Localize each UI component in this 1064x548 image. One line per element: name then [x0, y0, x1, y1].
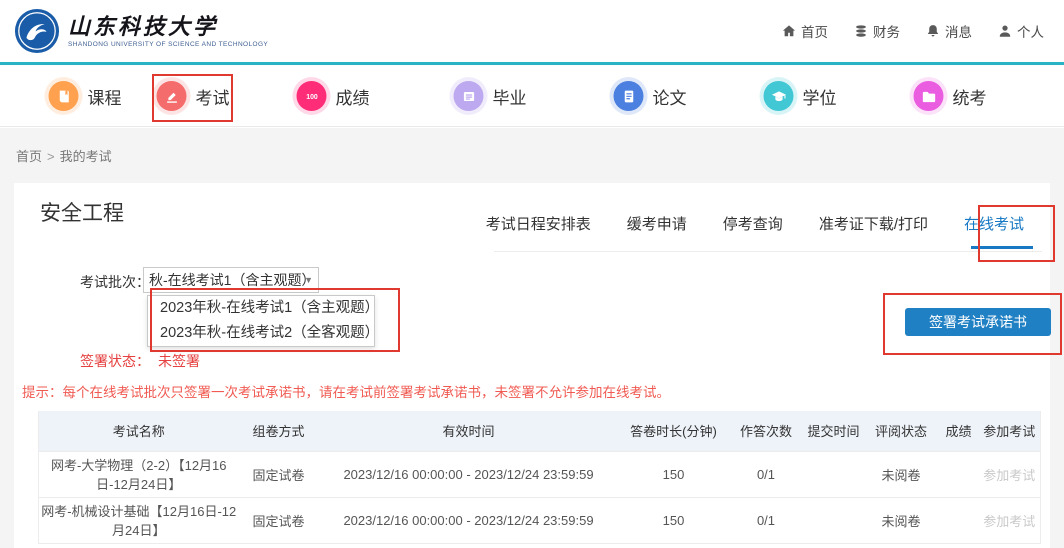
pen-icon — [157, 81, 187, 111]
cell-paper-method: 固定试卷 — [239, 451, 319, 497]
tabs-divider — [494, 251, 1042, 252]
sign-commitment-button[interactable]: 签署考试承诺书 — [905, 308, 1051, 336]
table-row: 网考-机械设计基础【12月16日-12月24日】 固定试卷 2023/12/16… — [39, 497, 1041, 543]
tab-exam-schedule[interactable]: 考试日程安排表 — [486, 213, 591, 234]
join-exam-link[interactable]: 参加考试 — [983, 514, 1035, 529]
nav-home-label: 首页 — [801, 21, 828, 41]
main-nav-item-thesis[interactable]: 论文 — [614, 65, 687, 127]
cell-score — [939, 451, 979, 497]
cell-submit-time — [804, 451, 864, 497]
batch-dropdown: 2023年秋-在线考试1（含主观题） 2023年秋-在线考试2（全客观题） — [147, 295, 375, 347]
cell-duration: 150 — [619, 497, 729, 543]
col-attempts: 作答次数 — [729, 411, 804, 451]
tip-text: 提示：每个在线考试批次只签署一次考试承诺书，请在考试前签署考试承诺书，未签署不允… — [22, 381, 670, 401]
cell-score — [939, 497, 979, 543]
folder-icon — [914, 81, 944, 111]
nav-finance-label: 财务 — [873, 21, 900, 41]
main-nav-item-graduation[interactable]: 毕业 — [454, 65, 527, 127]
page-title: 安全工程 — [40, 197, 124, 227]
cell-valid-time: 2023/12/16 00:00:00 - 2023/12/24 23:59:5… — [319, 497, 619, 543]
col-valid-time: 有效时间 — [319, 411, 619, 451]
bell-icon — [926, 24, 940, 38]
finance-icon — [854, 24, 868, 38]
breadcrumb-separator: > — [47, 149, 55, 164]
university-name-en: SHANDONG UNIVERSITY OF SCIENCE AND TECHN… — [68, 41, 268, 48]
diploma-icon — [454, 81, 484, 111]
col-exam-name: 考试名称 — [39, 411, 239, 451]
nav-messages[interactable]: 消息 — [926, 21, 972, 41]
nav-profile-label: 个人 — [1017, 21, 1044, 41]
university-logo: 山东科技大学 SHANDONG UNIVERSITY OF SCIENCE AN… — [14, 8, 268, 54]
col-score: 成绩 — [939, 411, 979, 451]
cell-valid-time: 2023/12/16 00:00:00 - 2023/12/24 23:59:5… — [319, 451, 619, 497]
sign-status-label: 签署状态： — [80, 353, 150, 369]
university-emblem-icon — [14, 8, 60, 54]
main-nav-item-grades[interactable]: 100 成绩 — [297, 65, 370, 127]
nav-finance[interactable]: 财务 — [854, 21, 900, 41]
cell-submit-time — [804, 497, 864, 543]
cell-attempts: 0/1 — [729, 497, 804, 543]
join-exam-link[interactable]: 参加考试 — [983, 468, 1035, 483]
paper-icon — [614, 81, 644, 111]
home-icon — [782, 24, 796, 38]
col-review-status: 评阅状态 — [864, 411, 939, 451]
col-submit-time: 提交时间 — [804, 411, 864, 451]
batch-option-1[interactable]: 2023年秋-在线考试1（含主观题） — [148, 296, 374, 321]
main-nav-label: 成绩 — [336, 84, 370, 109]
cell-review-status: 未阅卷 — [864, 451, 939, 497]
col-duration: 答卷时长(分钟) — [619, 411, 729, 451]
degree-icon — [764, 81, 794, 111]
top-header: 山东科技大学 SHANDONG UNIVERSITY OF SCIENCE AN… — [0, 0, 1064, 62]
sign-status: 签署状态： 未签署 — [80, 351, 200, 371]
score-icon: 100 — [297, 81, 327, 111]
tab-admission-ticket[interactable]: 准考证下载/打印 — [819, 213, 928, 234]
batch-option-2[interactable]: 2023年秋-在线考试2（全客观题） — [148, 321, 374, 346]
main-nav-item-degree[interactable]: 学位 — [764, 65, 837, 127]
exam-card: 安全工程 考试日程安排表 缓考申请 停考查询 准考证下载/打印 在线考试 考试批… — [14, 183, 1050, 548]
utility-nav: 首页 财务 消息 个人 — [782, 0, 1044, 62]
active-tab-underline — [971, 246, 1033, 249]
main-nav-label: 论文 — [653, 84, 687, 109]
main-nav-item-unified-exam[interactable]: 统考 — [914, 65, 987, 127]
user-icon — [998, 24, 1012, 38]
breadcrumb-current: 我的考试 — [60, 149, 112, 164]
sign-status-value: 未签署 — [158, 353, 200, 369]
cell-review-status: 未阅卷 — [864, 497, 939, 543]
breadcrumb: 首页 > 我的考试 — [16, 146, 112, 165]
main-nav-label: 毕业 — [493, 84, 527, 109]
cell-duration: 150 — [619, 451, 729, 497]
main-nav-label: 考试 — [196, 84, 230, 109]
col-join-exam: 参加考试 — [979, 411, 1041, 451]
main-nav-item-courses[interactable]: 课程 — [49, 65, 122, 127]
university-name-cn: 山东科技大学 — [68, 15, 268, 39]
main-nav: 课程 考试 100 成绩 毕业 论文 学位 统考 — [0, 65, 1064, 127]
nav-profile[interactable]: 个人 — [998, 21, 1044, 41]
tab-exam-suspension[interactable]: 停考查询 — [723, 213, 783, 234]
cell-exam-name: 网考-机械设计基础【12月16日-12月24日】 — [39, 497, 239, 543]
batch-label: 考试批次： — [80, 272, 150, 292]
svg-text:100: 100 — [306, 94, 318, 101]
main-nav-label: 学位 — [803, 84, 837, 109]
main-nav-item-exams[interactable]: 考试 — [157, 65, 230, 127]
table-header-row: 考试名称 组卷方式 有效时间 答卷时长(分钟) 作答次数 提交时间 评阅状态 成… — [39, 411, 1041, 451]
cell-exam-name: 网考-大学物理（2-2）【12月16日-12月24日】 — [39, 451, 239, 497]
breadcrumb-home-link[interactable]: 首页 — [16, 149, 42, 164]
nav-home[interactable]: 首页 — [782, 21, 828, 41]
cell-attempts: 0/1 — [729, 451, 804, 497]
cell-paper-method: 固定试卷 — [239, 497, 319, 543]
table-row: 网考-大学物理（2-2）【12月16日-12月24日】 固定试卷 2023/12… — [39, 451, 1041, 497]
tab-deferred-exam[interactable]: 缓考申请 — [627, 213, 687, 234]
col-paper-method: 组卷方式 — [239, 411, 319, 451]
chevron-down-icon: ▼ — [304, 268, 313, 292]
nav-messages-label: 消息 — [945, 21, 972, 41]
book-icon — [49, 81, 79, 111]
main-nav-label: 统考 — [953, 84, 987, 109]
tab-online-exam[interactable]: 在线考试 — [964, 213, 1024, 234]
batch-select-value: 秋-在线考试1（含主观题） — [149, 272, 315, 288]
main-nav-label: 课程 — [88, 84, 122, 109]
batch-select[interactable]: 秋-在线考试1（含主观题） ▼ — [143, 267, 319, 293]
exam-subtabs: 考试日程安排表 缓考申请 停考查询 准考证下载/打印 在线考试 — [486, 213, 1024, 234]
exam-table: 考试名称 组卷方式 有效时间 答卷时长(分钟) 作答次数 提交时间 评阅状态 成… — [38, 411, 1041, 544]
